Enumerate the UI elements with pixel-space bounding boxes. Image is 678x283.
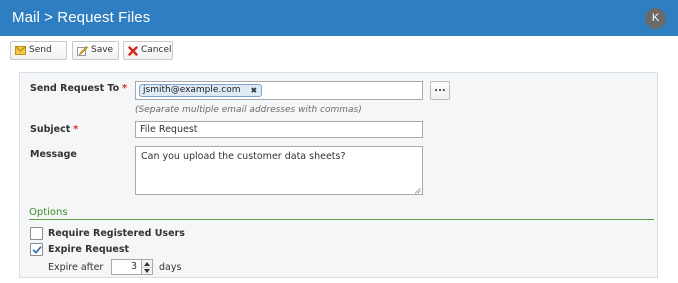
stepper-arrows <box>142 259 153 275</box>
required-marker: * <box>122 83 128 94</box>
subject-label: Subject * <box>30 124 79 135</box>
recipient-email: jsmith@example.com <box>143 85 241 95</box>
pencil-icon <box>77 45 88 56</box>
expire-days-stepper: 3 <box>111 259 153 275</box>
recipients-input[interactable]: jsmith@example.com ✖ <box>135 81 423 100</box>
save-button[interactable]: Save <box>72 41 119 60</box>
title-bar: Mail > Request Files K <box>0 0 678 36</box>
message-textarea[interactable]: Can you upload the customer data sheets? <box>135 146 423 195</box>
remove-recipient-icon[interactable]: ✖ <box>251 85 258 96</box>
send-to-label: Send Request To * <box>30 83 128 94</box>
cancel-button[interactable]: Cancel <box>123 41 173 60</box>
cancel-label: Cancel <box>141 45 172 55</box>
browse-recipients-button[interactable]: ... <box>430 81 450 100</box>
required-marker: * <box>73 124 79 135</box>
toolbar: Send Save Cancel <box>0 36 678 66</box>
user-avatar[interactable]: K <box>645 8 666 29</box>
recipient-token[interactable]: jsmith@example.com ✖ <box>139 84 263 97</box>
days-label: days <box>159 262 182 273</box>
require-registered-checkbox[interactable] <box>30 227 43 240</box>
request-files-window: Mail > Request Files K Send Save Cancel … <box>0 0 678 283</box>
expire-request-label: Expire Request <box>48 244 130 255</box>
message-text: Can you upload the customer data sheets? <box>141 151 346 162</box>
options-divider <box>29 219 654 220</box>
resize-grip-icon[interactable] <box>414 186 421 194</box>
options-heading: Options <box>29 207 68 218</box>
subject-input[interactable]: File Request <box>135 121 423 138</box>
message-label: Message <box>30 149 77 160</box>
request-form-panel: Send Request To * jsmith@example.com ✖ ..… <box>19 72 658 278</box>
send-label: Send <box>29 45 52 55</box>
save-label: Save <box>91 45 114 55</box>
red-x-icon <box>128 45 138 56</box>
page-title: Mail > Request Files <box>12 9 151 26</box>
decrement-arrow-icon[interactable] <box>142 267 152 274</box>
recipients-hint: (Separate multiple email addresses with … <box>135 105 362 115</box>
envelope-icon <box>15 46 26 55</box>
checkmark-icon <box>32 246 42 254</box>
expire-request-checkbox[interactable] <box>30 243 43 256</box>
send-button[interactable]: Send <box>10 41 67 60</box>
expire-after-label: Expire after <box>48 262 104 273</box>
expire-days-input[interactable]: 3 <box>111 259 142 275</box>
require-registered-label: Require Registered Users <box>48 228 185 239</box>
